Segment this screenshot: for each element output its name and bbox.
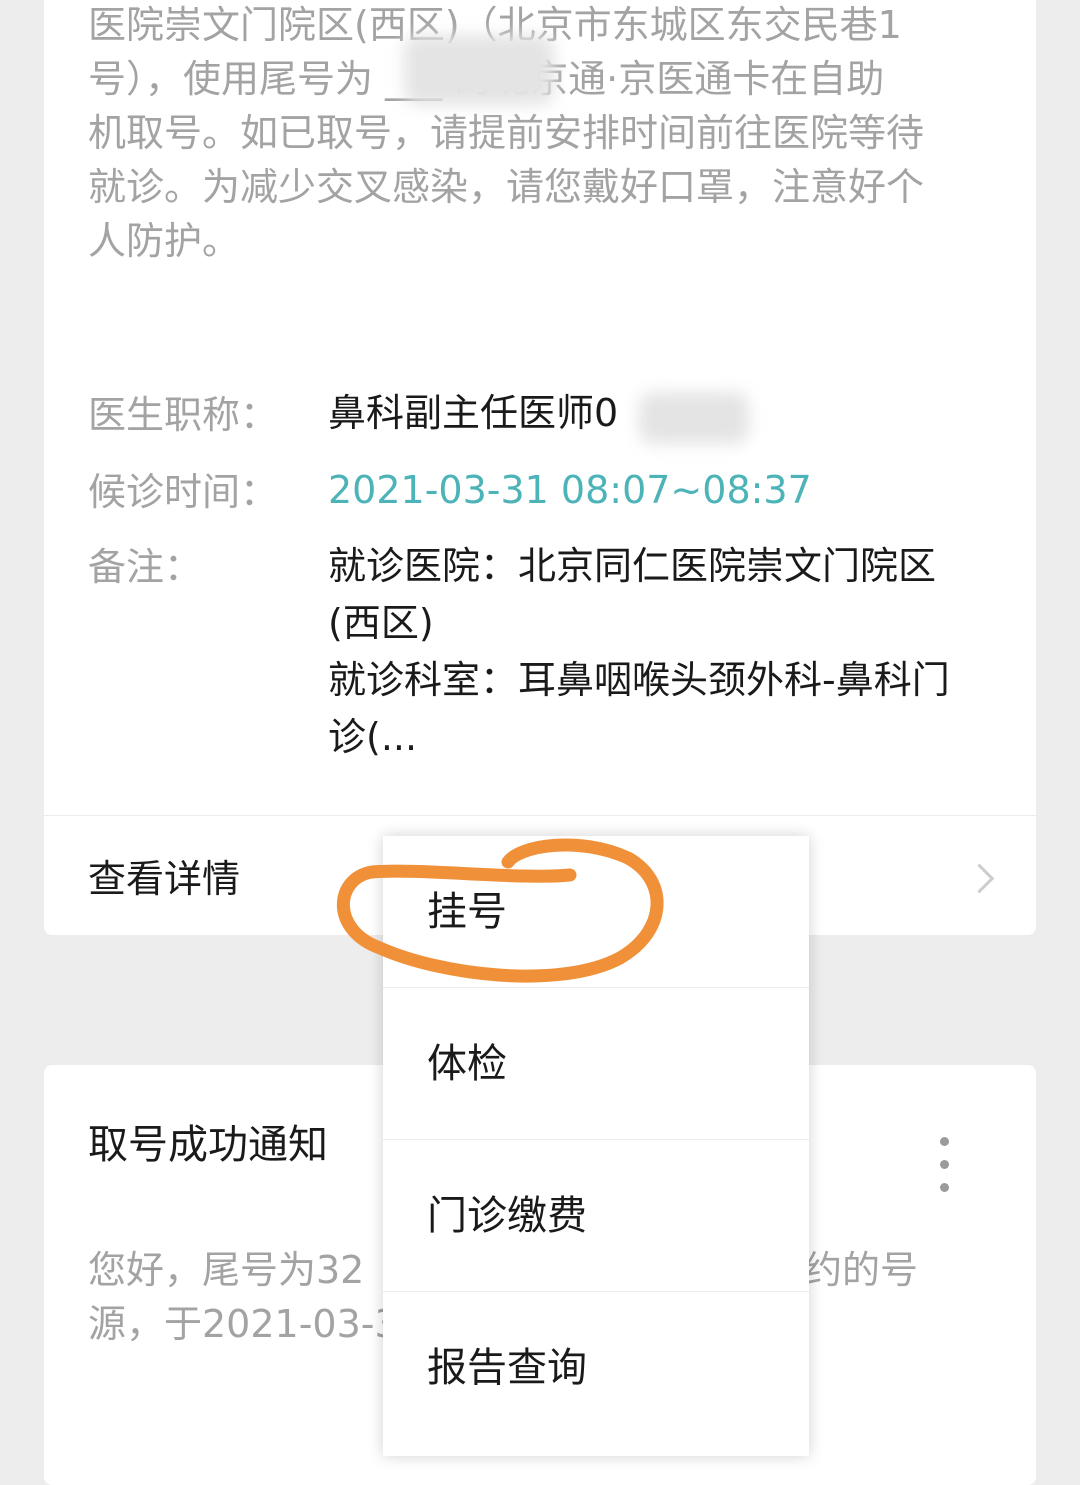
doctor-title-label: 医生职称： (88, 393, 279, 437)
remark-line-4: 诊(... (328, 715, 418, 759)
menu-item-outpatient-payment[interactable]: 门诊缴费 (383, 1140, 809, 1292)
view-details-link[interactable]: 查看详情 (88, 852, 240, 906)
wait-time-value: 2021-03-31 08:07~08:37 (328, 468, 812, 512)
redacted-card-number (404, 35, 554, 105)
body-line-2-left: 源，于2021-03-3 (88, 1302, 399, 1346)
more-dot (940, 1137, 949, 1146)
menu-item-registration[interactable]: 挂号 (383, 836, 809, 988)
more-vertical-icon[interactable] (940, 1137, 950, 1192)
menu-item-report-query[interactable]: 报告查询 (383, 1292, 809, 1444)
remark-line-2: (西区) (328, 601, 434, 645)
card-title: 取号成功通知 (88, 1122, 328, 1168)
chevron-right-icon (964, 863, 995, 894)
notification-card-top: 医院崇文门院区(西区)（北京市东城区东交民巷1 号），使用尾号为 ___ 的北京… (44, 0, 1036, 935)
message-line-3: 机取号。如已取号，请提前安排时间前往医院等待 (88, 111, 925, 155)
card-divider (44, 815, 1036, 816)
menu-item-physical-exam[interactable]: 体检 (383, 988, 809, 1140)
message-line-5: 人防护。 (88, 219, 241, 263)
remark-line-1: 就诊医院：北京同仁医院崇文门院区 (328, 544, 937, 588)
body-line-1-left: 您好，尾号为32 (88, 1248, 365, 1292)
message-line-4: 就诊。为减少交叉感染，请您戴好口罩，注意好个 (88, 165, 925, 209)
remark-label: 备注： (88, 545, 203, 589)
body-line-1-right: 约的号 (804, 1248, 919, 1292)
remark-line-3: 就诊科室：耳鼻咽喉头颈外科-鼻科门 (328, 658, 950, 702)
popup-menu: 挂号 体检 门诊缴费 报告查询 (383, 836, 809, 1456)
wait-time-label: 候诊时间： (88, 470, 279, 514)
more-dot (940, 1183, 949, 1192)
redacted-doctor-id (639, 392, 749, 444)
more-dot (940, 1160, 949, 1169)
